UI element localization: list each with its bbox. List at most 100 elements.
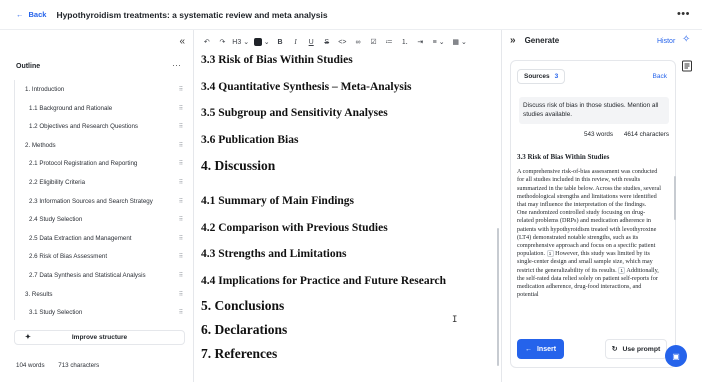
outline-item[interactable]: 3.1 Study Selection ⠿: [15, 305, 187, 319]
subsection-heading[interactable]: 3.4 Quantitative Synthesis – Meta-Analys…: [201, 81, 412, 93]
numbered-list-icon[interactable]: ⒈: [397, 37, 413, 47]
heading-select-value: H3: [232, 39, 242, 46]
sources-count: 3: [554, 73, 559, 80]
back-button[interactable]: ← Back: [16, 10, 46, 19]
indent-icon[interactable]: ⇥: [413, 38, 429, 46]
drag-handle-icon[interactable]: ⠿: [175, 198, 187, 205]
document-title: Hypothyroidism treatments: a systematic …: [56, 9, 328, 20]
formatting-toolbar: ↶ ↷ H3 ⌄ ⌄ B I U S <> ∞ ☑ ≔ ⒈ ⇥ ≡ ⌄ ▦ ⌄: [194, 30, 501, 54]
drag-handle-icon[interactable]: ⠿: [175, 123, 187, 130]
generation-char-count: 4614 characters: [623, 131, 669, 138]
bullet-list-icon[interactable]: ≔: [381, 38, 397, 46]
more-options-icon[interactable]: •••: [677, 9, 690, 20]
outline-word-count: 104 words: [16, 362, 45, 369]
outline-item-label: 2.7 Data Synthesis and Statistical Analy…: [29, 271, 146, 279]
outline-item[interactable]: 2.1 Protocol Registration and Reporting ⠿: [15, 156, 187, 170]
text-cursor-icon: I: [452, 315, 458, 325]
generate-back-link[interactable]: Back: [653, 73, 667, 80]
strikethrough-icon[interactable]: S: [319, 39, 335, 46]
ai-sparkle-icon[interactable]: ✧: [682, 34, 690, 45]
subsection-heading[interactable]: 4.4 Implications for Practice and Future…: [201, 275, 446, 287]
outline-more-icon[interactable]: ···: [172, 60, 181, 70]
text-color-picker[interactable]: ⌄: [251, 38, 272, 47]
drag-handle-icon[interactable]: ⠿: [175, 309, 187, 316]
outline-item[interactable]: 2.3 Information Sources and Search Strat…: [15, 194, 187, 208]
heading-select[interactable]: H3 ⌄: [230, 38, 251, 46]
drag-handle-icon[interactable]: ⠿: [175, 160, 187, 167]
color-swatch-icon: [253, 38, 262, 47]
use-prompt-button[interactable]: ↻ Use prompt: [605, 339, 667, 359]
drag-handle-icon[interactable]: ⠿: [175, 291, 187, 298]
drag-handle-icon[interactable]: ⠿: [175, 105, 187, 112]
subsection-heading[interactable]: 3.5 Subgroup and Sensitivity Analyses: [201, 107, 388, 119]
redo-icon[interactable]: ↷: [215, 38, 231, 46]
citation-badge-2[interactable]: 1: [618, 266, 626, 274]
outline-item-label: 2.6 Risk of Bias Assessment: [29, 252, 108, 260]
section-heading[interactable]: 7. References: [201, 346, 277, 362]
checklist-icon[interactable]: ☑: [366, 38, 382, 46]
sources-button[interactable]: Sources 3: [517, 69, 566, 84]
sparkle-icon: ✦: [25, 334, 31, 341]
subsection-heading[interactable]: 4.3 Strengths and Limitations: [201, 248, 346, 260]
insert-button[interactable]: ← Insert: [517, 339, 564, 359]
align-select-icon[interactable]: ≡ ⌄: [428, 38, 449, 46]
improve-structure-button[interactable]: ✦ Improve structure: [14, 330, 185, 345]
drag-handle-icon[interactable]: ⠿: [175, 86, 187, 93]
back-label: Back: [28, 10, 47, 19]
outline-item[interactable]: 2. Methods ⠿: [15, 138, 187, 152]
outline-item[interactable]: 2.4 Study Selection ⠿: [15, 212, 187, 226]
outline-item[interactable]: 2.7 Data Synthesis and Statistical Analy…: [15, 268, 187, 282]
generation-stats: 543 words 4614 characters: [575, 131, 669, 138]
undo-icon[interactable]: ↶: [199, 38, 215, 46]
section-heading[interactable]: 6. Declarations: [201, 322, 287, 338]
drag-handle-icon[interactable]: ⠿: [175, 179, 187, 186]
code-icon[interactable]: <>: [335, 39, 351, 46]
outline-item[interactable]: 1. Introduction ⠿: [15, 82, 187, 96]
drag-handle-icon[interactable]: ⠿: [175, 272, 187, 279]
outline-item[interactable]: 3. Results ⠿: [15, 287, 187, 301]
app-window: ← Back Hypothyroidism treatments: a syst…: [0, 0, 702, 382]
citation-badge[interactable]: 1: [546, 250, 554, 258]
outline-item[interactable]: 1.2 Objectives and Research Questions ⠿: [15, 119, 187, 133]
document-editor[interactable]: ↶ ↷ H3 ⌄ ⌄ B I U S <> ∞ ☑ ≔ ⒈ ⇥ ≡ ⌄ ▦ ⌄ …: [194, 30, 501, 382]
outline-item-label: 3.1 Study Selection: [29, 308, 83, 316]
drag-handle-icon[interactable]: ⠿: [175, 142, 187, 149]
link-icon[interactable]: ∞: [350, 39, 366, 46]
subsection-heading[interactable]: 3.6 Publication Bias: [201, 134, 298, 146]
editor-scrollbar[interactable]: [497, 228, 499, 366]
improve-structure-label: Improve structure: [71, 334, 128, 341]
drag-handle-icon[interactable]: ⠿: [175, 216, 187, 223]
drag-handle-icon[interactable]: ⠿: [175, 253, 187, 260]
outline-item[interactable]: 2.6 Risk of Bias Assessment ⠿: [15, 249, 187, 263]
outline-item[interactable]: 1.1 Background and Rationale ⠿: [15, 101, 187, 115]
outline-sidebar: « Outline ··· 1. Introduction ⠿ 1.1 Backgr…: [0, 30, 194, 382]
outline-stats: 104 words 713 characters: [16, 362, 111, 369]
outline-item-label: 2.2 Eligibility Criteria: [29, 178, 86, 186]
refresh-icon: ↻: [611, 346, 618, 353]
history-link[interactable]: Histor: [657, 38, 675, 45]
bold-icon[interactable]: B: [272, 39, 288, 46]
outline-item[interactable]: 2.2 Eligibility Criteria ⠿: [15, 175, 187, 189]
subsection-heading[interactable]: 4.1 Summary of Main Findings: [201, 195, 354, 207]
generated-answer: 3.3 Risk of Bias Within Studies A compre…: [517, 153, 662, 331]
outline-item-label: 2.3 Information Sources and Search Strat…: [29, 197, 153, 205]
outline-item[interactable]: 2.5 Data Extraction and Management ⠿: [15, 231, 187, 245]
table-insert-icon[interactable]: ▦ ⌄: [449, 38, 470, 46]
outline-item-label: 1.2 Objectives and Research Questions: [29, 122, 139, 130]
chat-support-icon[interactable]: ▣: [665, 345, 687, 367]
document-list-icon[interactable]: [681, 60, 693, 72]
use-prompt-label: Use prompt: [622, 345, 661, 353]
answer-scrollbar[interactable]: [674, 176, 676, 220]
sources-label: Sources: [524, 73, 550, 80]
subsection-heading[interactable]: 4.2 Comparison with Previous Studies: [201, 222, 388, 234]
outline-item-label: 1.1 Background and Rationale: [29, 104, 113, 112]
generation-word-count: 543 words: [584, 131, 614, 138]
underline-icon[interactable]: U: [303, 39, 319, 46]
collapse-panel-icon[interactable]: »: [510, 35, 516, 46]
drag-handle-icon[interactable]: ⠿: [175, 235, 187, 242]
section-heading[interactable]: 4. Discussion: [201, 158, 275, 174]
collapse-sidebar-icon[interactable]: «: [179, 36, 185, 47]
italic-icon[interactable]: I: [288, 38, 304, 46]
section-heading[interactable]: 5. Conclusions: [201, 298, 284, 314]
subsection-heading[interactable]: 3.3 Risk of Bias Within Studies: [201, 54, 353, 66]
